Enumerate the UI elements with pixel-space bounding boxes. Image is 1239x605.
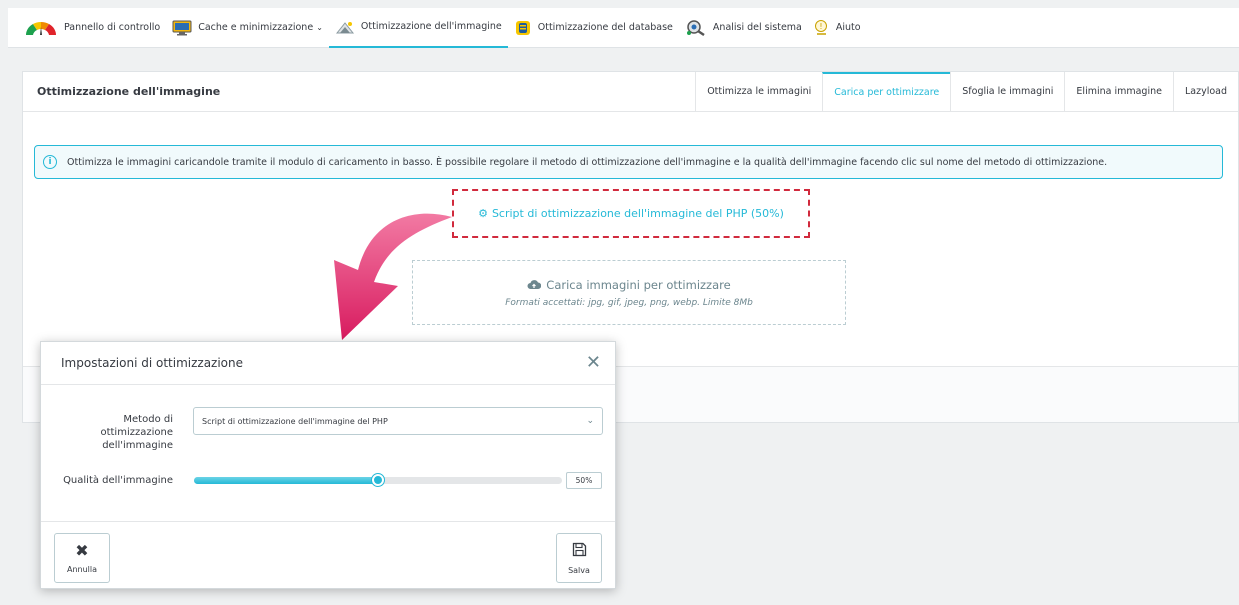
nav-label: Pannello di controllo — [64, 22, 161, 33]
cancel-button[interactable]: ✖ Annulla — [54, 533, 110, 583]
tab-optimize-images[interactable]: Ottimizza le immagini — [695, 71, 822, 112]
info-text: Ottimizza le immagini caricandole tramit… — [67, 156, 1108, 168]
panel-tabs: Ottimizza le immagini Carica per ottimiz… — [695, 71, 1238, 112]
optimization-method-link[interactable]: ⚙ Script di ottimizzazione dell'immagine… — [478, 207, 784, 220]
tab-upload-to-optimize[interactable]: Carica per ottimizzare — [822, 71, 951, 112]
save-button[interactable]: Salva — [556, 533, 602, 583]
save-icon — [572, 542, 587, 561]
quality-value-display: 50% — [566, 472, 602, 489]
nav-item-help[interactable]: ! Aiuto — [808, 8, 867, 48]
nav-item-cache[interactable]: Cache e minimizzazione ⌄ — [166, 8, 329, 48]
upload-title-text: Carica immagini per ottimizzare — [546, 277, 731, 292]
top-navigation: Pannello di controllo Cache e minimizzaz… — [8, 8, 1239, 48]
cloud-upload-icon — [527, 280, 542, 289]
method-select[interactable]: Script di ottimizzazione dell'immagine d… — [193, 407, 603, 435]
tab-delete-image[interactable]: Elimina immagine — [1064, 71, 1173, 112]
modal-title: Impostazioni di ottimizzazione — [61, 356, 244, 370]
close-icon: ✖ — [75, 541, 89, 560]
nav-item-dashboard[interactable]: Pannello di controllo — [18, 8, 166, 48]
method-label-line: dell'immagine — [102, 440, 173, 451]
nav-item-system-analysis[interactable]: Analisi del sistema — [679, 8, 808, 48]
help-icon: ! — [814, 19, 830, 37]
image-icon — [335, 19, 355, 35]
quality-slider[interactable] — [194, 474, 562, 486]
gauge-icon — [24, 20, 58, 36]
info-alert: i Ottimizza le immagini caricandole tram… — [34, 145, 1223, 179]
quality-slider-fill — [194, 477, 378, 484]
method-label-line: Metodo di — [123, 414, 173, 425]
svg-text:!: ! — [819, 22, 822, 31]
optimization-settings-modal: Impostazioni di ottimizzazione ✕ Metodo … — [40, 341, 616, 589]
method-label-line: ottimizzazione — [100, 427, 173, 438]
tab-browse-images[interactable]: Sfoglia le immagini — [950, 71, 1064, 112]
nav-label: Aiuto — [835, 22, 861, 33]
monitor-icon — [172, 20, 192, 36]
quality-label: Qualità dell'immagine — [63, 475, 173, 486]
chevron-down-icon: ⌄ — [586, 416, 594, 426]
close-icon[interactable]: ✕ — [586, 354, 601, 372]
tab-lazyload[interactable]: Lazyload — [1172, 71, 1238, 112]
nav-label: Ottimizzazione del database — [537, 22, 673, 33]
upload-formats-note: Formati accettati: jpg, gif, jpeg, png, … — [505, 297, 753, 308]
modal-header: Impostazioni di ottimizzazione ✕ — [41, 342, 615, 385]
page-title: Ottimizzazione dell'immagine — [37, 85, 221, 98]
method-highlight-box: ⚙ Script di ottimizzazione dell'immagine… — [452, 189, 810, 238]
method-select-value: Script di ottimizzazione dell'immagine d… — [202, 416, 388, 426]
chevron-down-icon: ⌄ — [316, 23, 323, 32]
curved-arrow-icon — [334, 213, 452, 340]
upload-title: Carica immagini per ottimizzare — [527, 277, 731, 292]
nav-item-image-optimization[interactable]: Ottimizzazione dell'immagine — [328, 8, 508, 48]
method-label: Metodo di ottimizzazione dell'immagine — [91, 413, 173, 452]
system-analysis-icon — [685, 19, 707, 37]
info-icon: i — [43, 155, 57, 169]
nav-label: Cache e minimizzazione — [198, 22, 314, 33]
cancel-button-label: Annulla — [66, 565, 98, 574]
quality-slider-handle[interactable] — [372, 474, 384, 486]
database-icon — [514, 19, 532, 37]
method-link-label: Script di ottimizzazione dell'immagine d… — [491, 207, 784, 220]
nav-label: Analisi del sistema — [712, 22, 802, 33]
nav-label: Ottimizzazione dell'immagine — [360, 21, 502, 32]
modal-footer: ✖ Annulla Salva — [41, 521, 615, 589]
panel-header: Ottimizzazione dell'immagine Ottimizza l… — [23, 71, 1238, 112]
nav-item-database[interactable]: Ottimizzazione del database — [508, 8, 679, 48]
save-button-label: Salva — [568, 565, 590, 575]
